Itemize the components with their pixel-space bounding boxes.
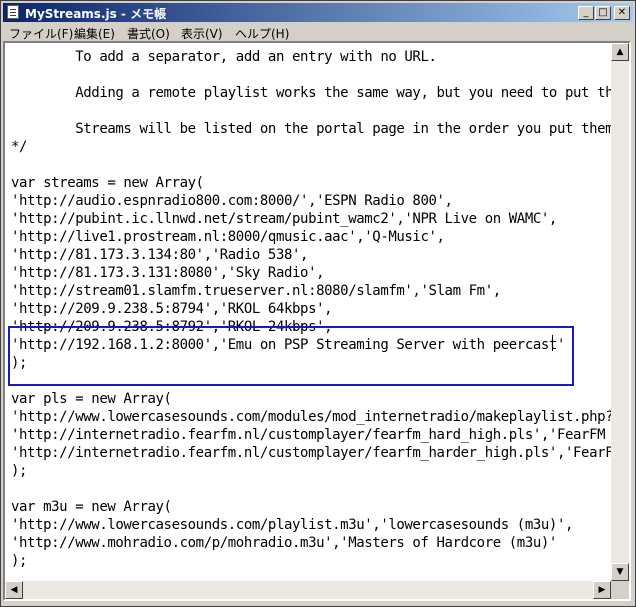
code-line: 'http://81.173.3.134:80','Radio 538', — [11, 247, 309, 263]
menu-bar: ファイル(F) 編集(E) 書式(O) 表示(V) ヘルプ(H) — [3, 23, 633, 41]
code-line: Streams will be listed on the portal pag… — [11, 121, 611, 137]
code-line: 'http://pubint.ic.llnwd.net/stream/pubin… — [11, 211, 557, 227]
code-line: 'http://192.168.1.2:8000','Emu on PSP St… — [11, 337, 565, 353]
code-line: 'http://internetradio.fearfm.nl/custompl… — [11, 445, 611, 461]
code-line: ); — [11, 355, 28, 371]
maximize-button[interactable]: □ — [595, 6, 611, 20]
code-line: var pls = new Array( — [11, 391, 172, 407]
close-button[interactable]: ✕ — [614, 6, 630, 20]
code-line: Adding a remote playlist works the same … — [11, 85, 611, 101]
code-line: 'http://audio.espnradio800.com:8000/','E… — [11, 193, 453, 209]
code-line: 'http://stream01.slamfm.trueserver.nl:80… — [11, 283, 501, 299]
code-line: */ — [11, 139, 28, 155]
scroll-up-button[interactable]: ▲ — [611, 43, 629, 61]
code-line: var streams = new Array( — [11, 175, 204, 191]
menu-file[interactable]: ファイル(F) — [9, 25, 73, 42]
code-line: 'http://www.lowercasesounds.com/playlist… — [11, 517, 574, 533]
text-area[interactable]: To add a separator, add an entry with no… — [5, 43, 611, 581]
horizontal-scrollbar[interactable]: ◀ ▶ — [5, 581, 611, 599]
scroll-left-button[interactable]: ◀ — [5, 581, 23, 599]
code-line: To add a separator, add an entry with no… — [11, 49, 437, 65]
code-line: 'http://live1.prostream.nl:8000/qmusic.a… — [11, 229, 445, 245]
code-line: 'http://81.173.3.131:8080','Sky Radio', — [11, 265, 325, 281]
code-line: 'http://internetradio.fearfm.nl/custompl… — [11, 427, 611, 443]
editor-frame: To add a separator, add an entry with no… — [3, 41, 631, 601]
code-line: ); — [11, 553, 28, 569]
code-line: 'http://www.lowercasesounds.com/modules/… — [11, 409, 611, 425]
code-line: ); — [11, 463, 28, 479]
text-caret — [552, 335, 553, 351]
title-bar[interactable]: MyStreams.js - メモ帳 _ □ ✕ — [3, 3, 633, 22]
window-title: MyStreams.js - メモ帳 — [25, 7, 167, 21]
size-grip — [611, 581, 629, 599]
code-line: 'http://www.mohradio.com/p/mohradio.m3u'… — [11, 535, 557, 551]
menu-view[interactable]: 表示(V) — [181, 25, 223, 42]
notepad-window: MyStreams.js - メモ帳 _ □ ✕ ファイル(F) 編集(E) 書… — [0, 0, 636, 607]
code-line: 'http://209.9.238.5:8792','RKOL 24kbps', — [11, 319, 333, 335]
menu-edit[interactable]: 編集(E) — [74, 25, 115, 42]
menu-help[interactable]: ヘルプ(H) — [235, 25, 289, 42]
code-line: 'http://209.9.238.5:8794','RKOL 64kbps', — [11, 301, 333, 317]
notepad-icon — [7, 5, 19, 19]
code-line: var m3u = new Array( — [11, 499, 172, 515]
scroll-down-button[interactable]: ▼ — [611, 563, 629, 581]
menu-format[interactable]: 書式(O) — [127, 25, 170, 42]
minimize-button[interactable]: _ — [578, 6, 594, 20]
scroll-right-button[interactable]: ▶ — [593, 581, 611, 599]
vertical-scrollbar[interactable]: ▲ ▼ — [611, 43, 629, 581]
